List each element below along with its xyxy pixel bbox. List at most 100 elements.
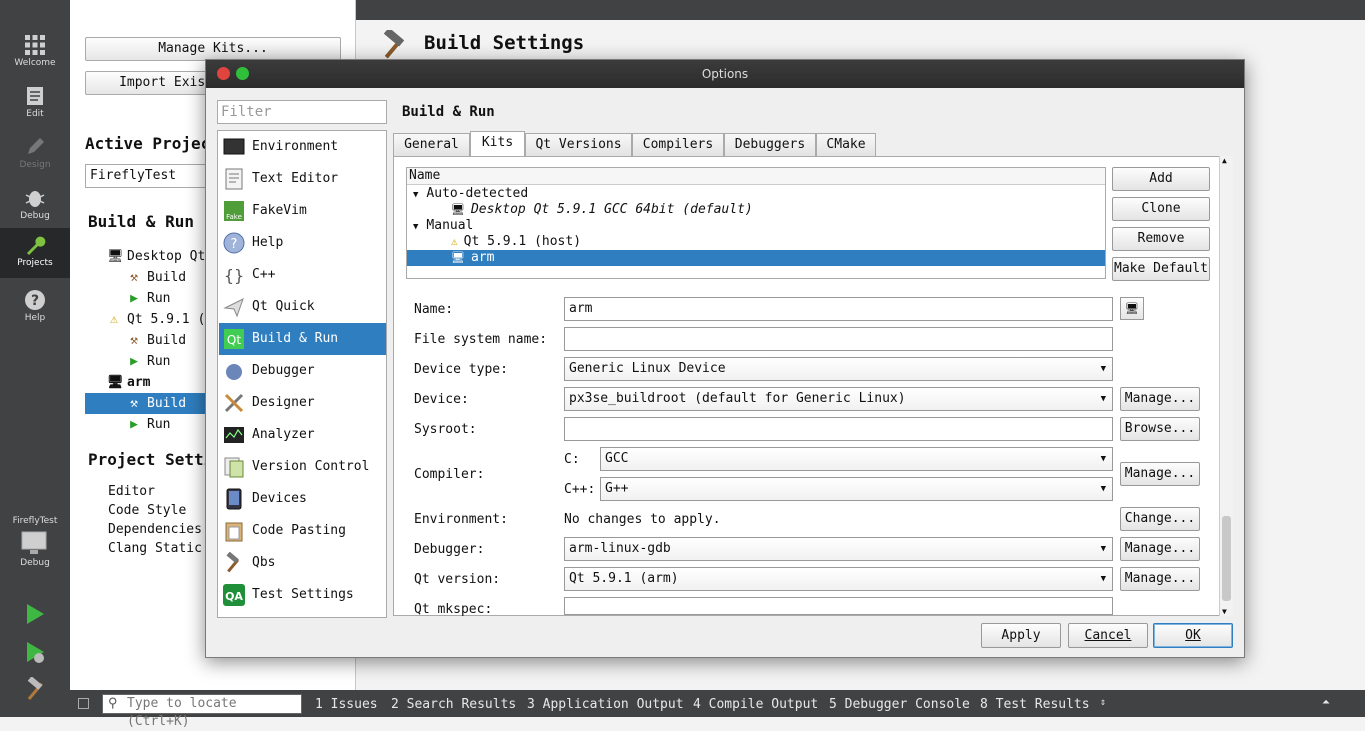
manage-kits-button[interactable]: Manage Kits... — [85, 37, 341, 61]
devices-icon — [226, 488, 242, 510]
scroll-up-icon[interactable]: ▲ — [1222, 156, 1227, 165]
environment-icon — [223, 138, 245, 155]
pane-application-output[interactable]: 3 Application Output — [527, 697, 684, 712]
scroll-down-icon[interactable]: ▼ — [1222, 607, 1227, 616]
category-build-run[interactable]: Qt Build & Run — [219, 323, 386, 355]
tab-debuggers[interactable]: Debuggers — [724, 133, 816, 157]
settings-dependencies[interactable]: Dependencies — [108, 522, 202, 537]
tab-cmake[interactable]: CMake — [816, 133, 876, 157]
combo-value: arm-linux-gdb — [569, 541, 671, 556]
close-icon[interactable] — [217, 67, 230, 80]
apply-button[interactable]: Apply — [981, 623, 1061, 648]
device-type-combo[interactable]: Generic Linux Device ▼ — [564, 357, 1113, 381]
mode-design[interactable]: Design — [0, 130, 70, 180]
zoom-icon[interactable] — [236, 67, 249, 80]
kit-row-arm[interactable]: 🖥 arm — [407, 250, 1105, 266]
name-label: Name: — [414, 302, 454, 317]
run-icon[interactable] — [22, 601, 48, 627]
expand-icon[interactable]: ▼ — [413, 222, 418, 232]
kit-group-auto[interactable]: ▼ Auto-detected — [407, 186, 1105, 202]
make-default-button[interactable]: Make Default — [1112, 257, 1210, 281]
category-text-editor[interactable]: Text Editor — [219, 163, 386, 195]
kit-row-label: arm — [470, 250, 495, 265]
category-qbs[interactable]: Qbs — [219, 547, 386, 579]
tab-general[interactable]: General — [393, 133, 470, 157]
cancel-button[interactable]: Cancel — [1068, 623, 1148, 648]
ok-button[interactable]: OK — [1153, 623, 1233, 648]
category-test-settings[interactable]: QA Test Settings — [219, 579, 386, 611]
kit-row-label: Auto-detected — [426, 186, 529, 201]
sysroot-field[interactable] — [564, 417, 1113, 441]
debug-run-icon[interactable] — [22, 639, 48, 665]
build-hammer-icon[interactable] — [22, 677, 48, 703]
mode-edit[interactable]: Edit — [0, 79, 70, 129]
category-code-pasting[interactable]: Code Pasting — [219, 515, 386, 547]
qt-version-combo[interactable]: Qt 5.9.1 (arm) ▼ — [564, 567, 1113, 591]
mode-welcome[interactable]: Welcome — [0, 28, 70, 78]
name-field[interactable]: arm — [564, 297, 1113, 321]
category-environment[interactable]: Environment — [219, 131, 386, 163]
pane-search-results[interactable]: 2 Search Results — [391, 697, 516, 712]
pane-test-results[interactable]: 8 Test Results — [980, 697, 1090, 712]
fakevim-icon: Fake — [224, 201, 244, 221]
expand-icon[interactable]: ▼ — [413, 190, 418, 200]
browse-sysroot-button[interactable]: Browse... — [1120, 417, 1200, 441]
pane-compile-output[interactable]: 4 Compile Output — [693, 697, 818, 712]
locator-input[interactable]: ⚲ Type to locate (Ctrl+K) — [102, 694, 302, 729]
qt-version-label: Qt version: — [414, 572, 501, 587]
change-environment-button[interactable]: Change... — [1120, 507, 1200, 531]
category-debugger[interactable]: Debugger — [219, 355, 386, 387]
category-analyzer[interactable]: Analyzer — [219, 419, 386, 451]
manage-debuggers-button[interactable]: Manage... — [1120, 537, 1200, 561]
filter-input[interactable]: Filter — [217, 100, 387, 124]
settings-editor[interactable]: Editor — [108, 484, 155, 499]
tab-qt-versions[interactable]: Qt Versions — [525, 133, 632, 157]
tab-compilers[interactable]: Compilers — [632, 133, 724, 157]
chevron-down-icon: ▼ — [1100, 394, 1106, 404]
category-devices[interactable]: Devices — [219, 483, 386, 515]
mode-debug[interactable]: Debug — [0, 181, 70, 231]
debugger-label: Debugger: — [414, 542, 485, 557]
remove-kit-button[interactable]: Remove — [1112, 227, 1210, 251]
manage-qt-versions-button[interactable]: Manage... — [1120, 567, 1200, 591]
top-bar — [356, 0, 1365, 20]
kit-row-label: Manual — [426, 218, 474, 233]
debugger-combo[interactable]: arm-linux-gdb ▼ — [564, 537, 1113, 561]
more-panes-icon[interactable]: ⇕ — [1100, 697, 1106, 708]
compiler-c-combo[interactable]: GCC ▼ — [600, 447, 1113, 471]
chevron-down-icon: ▼ — [1100, 364, 1106, 374]
device-combo[interactable]: px3se_buildroot (default for Generic Lin… — [564, 387, 1113, 411]
target-selector[interactable]: FireflyTest Debug — [0, 512, 70, 584]
tree-label: Build — [147, 396, 187, 411]
fs-name-label: File system name: — [414, 332, 548, 347]
text-editor-icon — [225, 168, 243, 190]
category-qt-quick[interactable]: Qt Quick — [219, 291, 386, 323]
settings-code-style[interactable]: Code Style — [108, 503, 186, 518]
add-kit-button[interactable]: Add — [1112, 167, 1210, 191]
manage-compilers-button[interactable]: Manage... — [1120, 462, 1200, 486]
category-designer[interactable]: Designer — [219, 387, 386, 419]
category-help[interactable]: ? Help — [219, 227, 386, 259]
qt-mkspec-field[interactable] — [564, 597, 1113, 615]
manage-device-button[interactable]: Manage... — [1120, 387, 1200, 411]
panel-scrollbar[interactable]: ▲ ▼ — [1219, 156, 1233, 616]
category-version-control[interactable]: Version Control — [219, 451, 386, 483]
pane-debugger-console[interactable]: 5 Debugger Console — [829, 697, 970, 712]
tab-kits[interactable]: Kits — [470, 131, 525, 158]
mode-help[interactable]: ? Help — [0, 283, 70, 333]
output-toggle-icon[interactable]: ⏶ — [1322, 697, 1330, 708]
kit-group-manual[interactable]: ▼ Manual — [407, 218, 1105, 234]
category-cpp[interactable]: {} C++ — [219, 259, 386, 291]
pane-issues[interactable]: 1 Issues — [315, 697, 378, 712]
compiler-cpp-combo[interactable]: G++ ▼ — [600, 477, 1113, 501]
fs-name-field[interactable] — [564, 327, 1113, 351]
sidebar-toggle-icon[interactable] — [78, 698, 89, 709]
scroll-thumb[interactable] — [1222, 516, 1231, 601]
kit-icon-button[interactable]: 🖥 — [1120, 297, 1144, 320]
build-settings-title: Build Settings — [424, 32, 585, 54]
kit-row-host[interactable]: ⚠ Qt 5.9.1 (host) — [407, 234, 1105, 250]
clone-kit-button[interactable]: Clone — [1112, 197, 1210, 221]
kit-row-desktop[interactable]: 🖥 Desktop Qt 5.9.1 GCC 64bit (default) — [407, 202, 1105, 218]
mode-projects[interactable]: Projects — [0, 228, 70, 278]
category-fakevim[interactable]: Fake FakeVim — [219, 195, 386, 227]
